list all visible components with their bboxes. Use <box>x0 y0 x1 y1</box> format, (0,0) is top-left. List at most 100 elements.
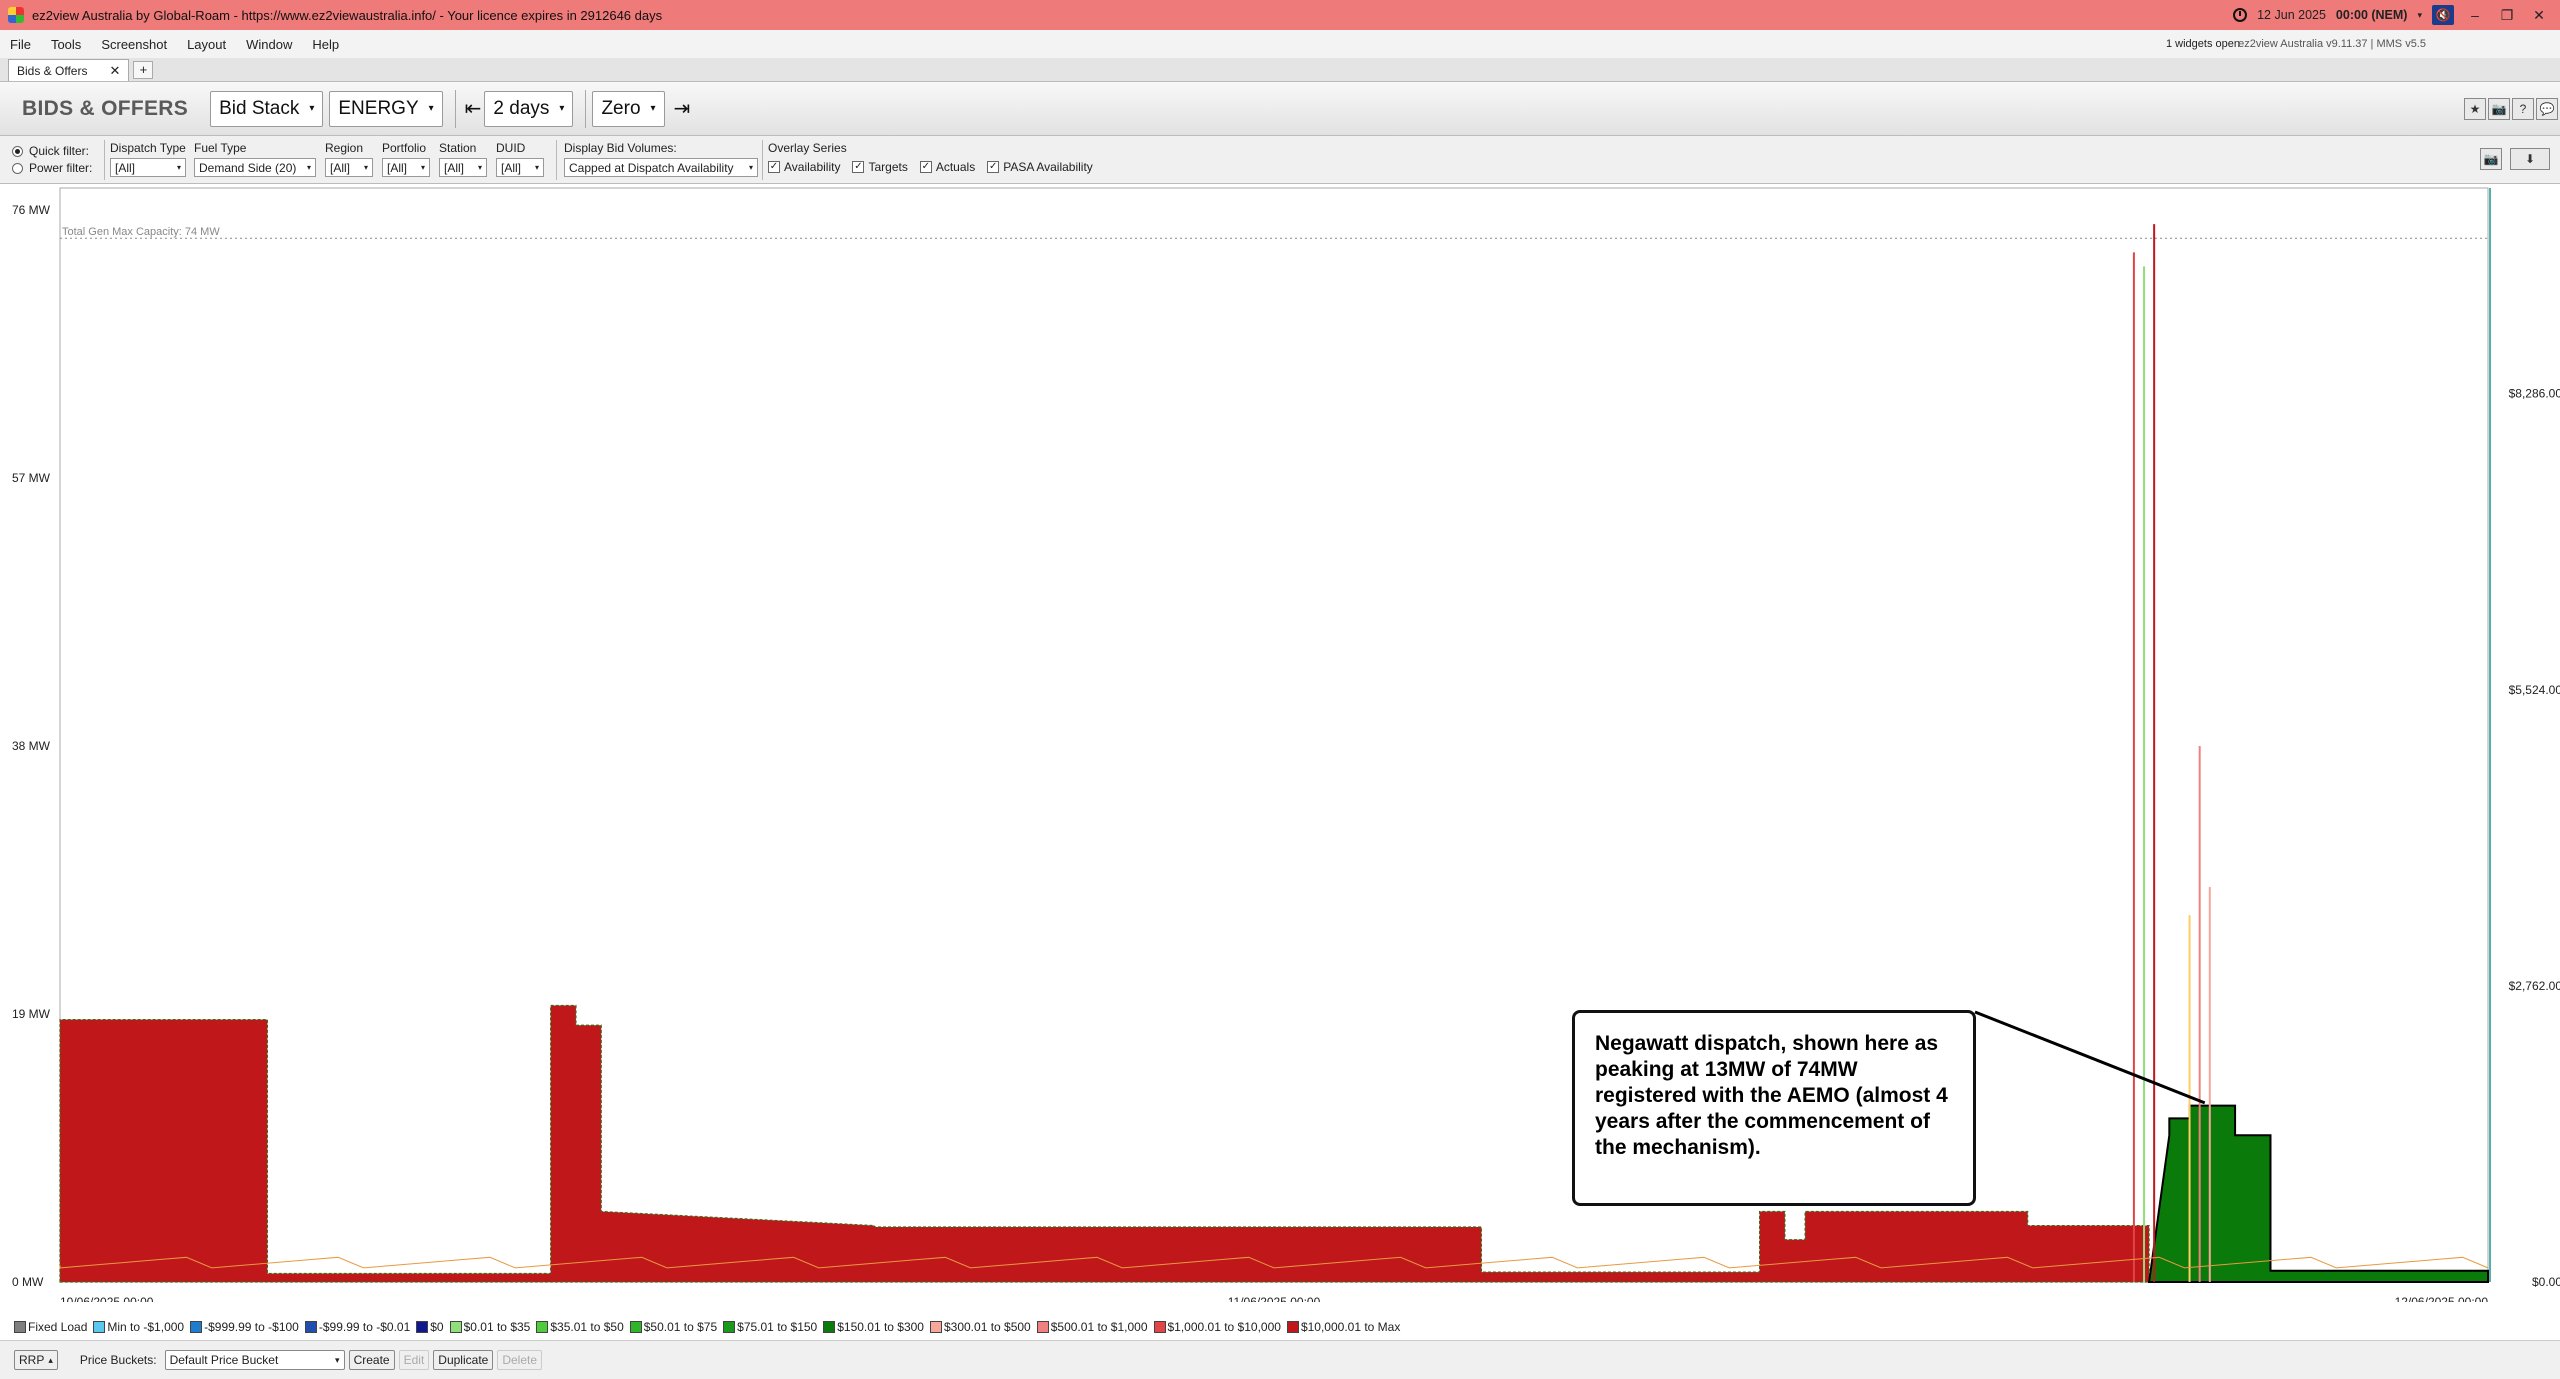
legend-swatch <box>93 1321 106 1333</box>
plot-frame <box>59 187 2489 1283</box>
snapshot-icon[interactable]: 📷 <box>2480 148 2502 170</box>
actuals-checkbox[interactable]: ✓ <box>919 161 932 173</box>
legend-item[interactable]: Min to -$1,000 <box>93 1320 184 1334</box>
delete-button[interactable]: Delete <box>497 1350 543 1370</box>
chevron-down-icon: ▾ <box>306 163 311 172</box>
legend-swatch <box>304 1321 317 1333</box>
menu-screenshot[interactable]: Screenshot <box>91 37 177 52</box>
legend-item[interactable]: $500.01 to $1,000 <box>1036 1320 1148 1334</box>
widget-toolbar: BIDS & OFFERS Bid Stack ▾ ENERGY ▾ ⇤ 2 d… <box>0 82 2560 136</box>
power-filter-option[interactable]: Power filter: <box>12 161 92 175</box>
clock-chevron-icon[interactable]: ▾ <box>2417 10 2422 21</box>
chevron-down-icon: ▾ <box>748 163 753 172</box>
display-bid-volumes-label: Display Bid Volumes: <box>564 141 677 155</box>
pasa-availability-checkbox[interactable]: ✓ <box>987 161 1000 173</box>
legend-label: $0.01 to $35 <box>463 1320 531 1334</box>
legend-item[interactable]: -$99.99 to -$0.01 <box>304 1320 410 1334</box>
baseline-select[interactable]: Zero ▾ <box>592 90 665 127</box>
filter-right-tools: 📷 ⬇ <box>2480 148 2550 170</box>
widgets-open-count: 1 widgets open <box>2166 38 2240 50</box>
power-filter-radio[interactable] <box>12 162 23 174</box>
favourite-icon[interactable]: ★ <box>2464 98 2486 120</box>
legend-label: Fixed Load <box>28 1320 88 1334</box>
close-tab-icon[interactable]: ✕ <box>109 63 120 79</box>
menu-layout[interactable]: Layout <box>177 37 236 52</box>
y-tick-label: 38 MW <box>12 739 51 753</box>
dispatch-type-select[interactable]: [All] ▾ <box>110 158 186 177</box>
legend-item[interactable]: $75.01 to $150 <box>723 1320 817 1334</box>
region-select[interactable]: [All] ▾ <box>325 158 373 177</box>
targets-checkbox[interactable]: ✓ <box>852 161 865 173</box>
help-icon[interactable]: ? <box>2512 98 2534 120</box>
close-window-button[interactable]: ✕ <box>2528 7 2550 24</box>
duid-select[interactable]: [All] ▾ <box>496 158 544 177</box>
chart-svg: Total Gen Max Capacity: 74 MW 76 MW 57 MW 3… <box>12 187 2560 1302</box>
y2-tick-label: $0.00 <box>2532 1275 2560 1289</box>
dispatch-type-filter: Dispatch Type [All] ▾ <box>110 140 186 177</box>
legend-item[interactable]: $35.01 to $50 <box>536 1320 624 1334</box>
y2-tick-label: $5,524.00 <box>2509 683 2560 697</box>
create-button[interactable]: Create <box>348 1350 395 1370</box>
clock-time[interactable]: 00:00 (NEM) <box>2336 8 2408 22</box>
x-tick-label: 10/06/2025 00:00 <box>60 1295 154 1302</box>
legend-item[interactable]: $150.01 to $300 <box>823 1320 924 1334</box>
quick-filter-option[interactable]: Quick filter: <box>12 144 89 158</box>
period-select[interactable]: 2 days ▾ <box>484 90 574 127</box>
legend-swatch <box>629 1321 642 1333</box>
market-select[interactable]: ENERGY ▾ <box>329 90 443 127</box>
edit-button[interactable]: Edit <box>398 1350 430 1370</box>
quick-filter-label: Quick filter: <box>29 144 90 158</box>
portfolio-select[interactable]: [All] ▾ <box>382 158 430 177</box>
legend-item[interactable]: $300.01 to $500 <box>929 1320 1031 1334</box>
legend-item[interactable]: $0.01 to $35 <box>449 1320 531 1334</box>
overlay-series-label: Overlay Series <box>768 141 847 155</box>
station-select[interactable]: [All] ▾ <box>439 158 487 177</box>
dispatch-type-value: [All] <box>115 160 136 175</box>
display-bid-volumes-filter: Display Bid Volumes: Capped at Dispatch … <box>564 140 758 177</box>
add-tab-button[interactable]: + <box>133 61 154 79</box>
price-bucket-select[interactable]: Default Price Bucket ▾ <box>164 1350 345 1370</box>
legend-item[interactable]: $0 <box>416 1320 444 1334</box>
legend-label: Min to -$1,000 <box>107 1320 185 1334</box>
display-bid-volumes-select[interactable]: Capped at Dispatch Availability ▾ <box>564 158 758 177</box>
view-mode-select[interactable]: Bid Stack ▾ <box>210 90 324 127</box>
comment-icon[interactable]: 💬 <box>2536 98 2558 120</box>
portfolio-value: [All] <box>387 160 408 175</box>
price-bucket-value: Default Price Bucket <box>169 1353 279 1367</box>
jump-start-icon[interactable]: ⇤ <box>465 96 482 121</box>
availability-label: Availability <box>784 160 841 174</box>
menu-bar: File Tools Screenshot Layout Window Help… <box>0 30 2560 58</box>
jump-end-icon[interactable]: ⇥ <box>674 96 691 121</box>
window-title: ez2view Australia by Global-Roam - https… <box>32 7 663 23</box>
chevron-down-icon: ▾ <box>335 1354 340 1365</box>
legend-item[interactable]: $10,000.01 to Max <box>1286 1320 1400 1334</box>
minimize-button[interactable]: – <box>2464 7 2486 23</box>
mute-icon[interactable]: 🔇 <box>2432 5 2454 25</box>
legend-item[interactable]: Fixed Load <box>14 1320 87 1334</box>
y-tick-label: 57 MW <box>12 471 51 485</box>
fuel-type-value: Demand Side (20) <box>199 160 297 175</box>
menu-file[interactable]: File <box>0 37 41 52</box>
fuel-type-select[interactable]: Demand Side (20) ▾ <box>194 158 316 177</box>
tab-bids-offers[interactable]: Bids & Offers ✕ <box>8 59 130 81</box>
legend-label: $150.01 to $300 <box>837 1320 924 1334</box>
legend-item[interactable]: $50.01 to $75 <box>629 1320 717 1334</box>
chevron-down-icon: ▾ <box>477 163 482 172</box>
availability-checkbox[interactable]: ✓ <box>768 161 780 173</box>
bid-stack-chart[interactable]: Total Gen Max Capacity: 74 MW 76 MW 57 MW 3… <box>0 184 2560 1302</box>
duplicate-button[interactable]: Duplicate <box>433 1350 494 1370</box>
camera-icon[interactable]: 📷 <box>2488 98 2510 120</box>
quick-filter-radio[interactable] <box>12 145 23 157</box>
menu-window[interactable]: Window <box>236 37 302 52</box>
menu-help[interactable]: Help <box>302 37 349 52</box>
x-tick-label: 12/06/2025 00:00 <box>2395 1295 2489 1302</box>
chevron-down-icon: ▾ <box>176 163 181 172</box>
bottom-bar: RRP ▴ Price Buckets: Default Price Bucke… <box>0 1340 2560 1379</box>
title-bar: ez2view Australia by Global-Roam - https… <box>0 0 2560 30</box>
menu-tools[interactable]: Tools <box>41 37 91 52</box>
legend-item[interactable]: $1,000.01 to $10,000 <box>1153 1320 1281 1334</box>
export-icon[interactable]: ⬇ <box>2510 148 2550 170</box>
legend-item[interactable]: -$999.99 to -$100 <box>190 1320 299 1334</box>
restore-button[interactable]: ❐ <box>2496 7 2518 24</box>
rrp-button[interactable]: RRP ▴ <box>14 1350 58 1370</box>
